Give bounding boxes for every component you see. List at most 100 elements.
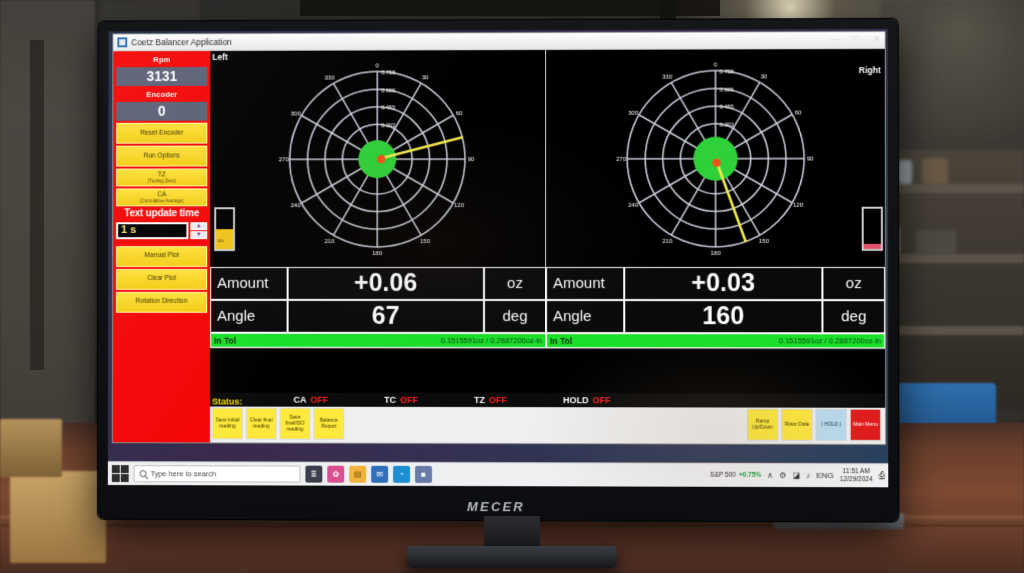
workshop-photo-scene: Coetz Balancer Application Rpm 3131 Enco… bbox=[0, 0, 1024, 573]
cardboard-box-small bbox=[0, 419, 62, 477]
right-amount-unit: oz bbox=[822, 266, 886, 301]
stock-ticker[interactable]: S&P 500 +0.75% bbox=[710, 472, 761, 479]
status-strip: CA OFF TC OFF TZ OFF HOLD OFF bbox=[210, 347, 886, 408]
left-level-gauge: 100 bbox=[214, 207, 236, 252]
encoder-value: 0 bbox=[116, 101, 208, 121]
cumulative-average-sublabel: (Cumulative Average) bbox=[139, 198, 184, 204]
svg-text:180: 180 bbox=[372, 251, 383, 257]
main-menu-label: Main Menu bbox=[852, 421, 878, 428]
windows-taskbar: Type here to search ⌸ ✿ ▤ ✉ ◔ ■ S&P 500 … bbox=[107, 461, 889, 488]
minimize-icon[interactable]: — bbox=[830, 34, 839, 44]
balance-report-label: Balance Report bbox=[319, 417, 338, 430]
monitor-stand-base bbox=[407, 546, 617, 568]
ceiling-beam-horizontal bbox=[300, 0, 720, 16]
svg-text:210: 210 bbox=[662, 238, 673, 244]
svg-text:240: 240 bbox=[628, 202, 639, 208]
left-unbalance-marker bbox=[377, 154, 387, 164]
stepper-up-icon[interactable]: ▲ bbox=[190, 221, 208, 230]
tooling-zero-button[interactable]: TZ (Tooling Zero) bbox=[116, 168, 208, 187]
text-update-time-stepper[interactable]: 1 s ▲ ▼ bbox=[116, 221, 208, 239]
svg-text:0.455: 0.455 bbox=[719, 104, 733, 110]
windows-start-icon[interactable] bbox=[111, 465, 129, 483]
file-explorer-icon[interactable]: ▤ bbox=[349, 465, 367, 483]
status-flag-tz: TZ OFF bbox=[474, 395, 507, 405]
status-flag-ca: CA OFF bbox=[294, 395, 329, 405]
bottom-action-bar: Status: Save initial reading Clear final… bbox=[210, 397, 886, 445]
manual-plot-label: Manual Plot bbox=[144, 252, 179, 260]
hold-button[interactable]: ( HOLD ) bbox=[815, 408, 847, 441]
left-readout-table: Amount +0.06 oz Angle 67 deg In Tol 0.15… bbox=[210, 266, 547, 349]
clear-final-reading-button[interactable]: Clear final reading bbox=[245, 407, 277, 440]
edge-browser-icon[interactable]: ◔ bbox=[393, 465, 411, 483]
status-flag-hold: HOLD OFF bbox=[563, 395, 611, 405]
search-input[interactable]: Type here to search bbox=[133, 465, 301, 483]
rotation-direction-label: Rotation Direction bbox=[135, 298, 188, 306]
right-tolerance-bar: In Tol 0.1515591oz / 0.2887200oz-in bbox=[546, 333, 886, 349]
shelf-item-can bbox=[898, 160, 912, 184]
right-tolerance-status: In Tol bbox=[550, 335, 573, 346]
manual-plot-button[interactable]: Manual Plot bbox=[116, 245, 208, 267]
run-options-button[interactable]: Run Options bbox=[116, 145, 208, 167]
rotor-data-button[interactable]: Rotor Data bbox=[781, 408, 813, 441]
stepper-down-icon[interactable]: ▼ bbox=[190, 230, 208, 239]
control-sidebar: Rpm 3131 Encoder 0 Reset Encoder Run Opt… bbox=[112, 51, 211, 443]
svg-text:210: 210 bbox=[324, 239, 335, 245]
balance-report-button[interactable]: Balance Report bbox=[313, 407, 345, 440]
wall-post-left bbox=[30, 40, 44, 370]
left-plane-polar-plot[interactable]: 0 30 60 90 120 150 180 210 240 270 300 3… bbox=[278, 59, 477, 259]
bottom-buttons-left: Save initial reading Clear final reading… bbox=[211, 407, 345, 440]
clear-plot-button[interactable]: Clear Plot bbox=[116, 268, 208, 290]
save-final-iso-reading-button[interactable]: Save final/ISO reading bbox=[279, 407, 311, 440]
cumulative-average-button[interactable]: CA (Cumulative Average) bbox=[116, 188, 208, 207]
notifications-icon[interactable]: ⎙ bbox=[879, 471, 885, 481]
bottom-buttons-right: Ramp Up/Down Rotor Data ( HOLD ) Main Me… bbox=[746, 408, 882, 441]
photos-app-icon[interactable]: ✿ bbox=[327, 465, 345, 483]
svg-text:30: 30 bbox=[760, 74, 767, 80]
right-plane-polar-plot[interactable]: 0 30 60 90 120 150 180 210 240 270 300 3… bbox=[615, 58, 816, 259]
clock[interactable]: 11:51 AM 12/29/2024 bbox=[840, 468, 873, 483]
reset-encoder-button[interactable]: Reset Encoder bbox=[116, 122, 208, 144]
svg-text:150: 150 bbox=[758, 238, 769, 244]
gear-icon[interactable]: ⚙ bbox=[779, 471, 786, 480]
right-plot-pane: Right 0 30 60 90 120 150 180 210 240 270… bbox=[546, 48, 885, 267]
status-hold-value: OFF bbox=[592, 395, 611, 406]
right-amount-value: +0.03 bbox=[624, 266, 823, 301]
mail-app-icon[interactable]: ✉ bbox=[371, 465, 389, 483]
rotation-direction-button[interactable]: Rotation Direction bbox=[116, 291, 208, 313]
stepper-arrows[interactable]: ▲ ▼ bbox=[190, 221, 208, 239]
svg-text:270: 270 bbox=[616, 156, 627, 162]
network-icon[interactable]: ◪ bbox=[792, 471, 800, 480]
status-ca-value: OFF bbox=[310, 394, 329, 405]
monitor-brand-label: MECER bbox=[466, 499, 525, 515]
right-level-gauge bbox=[861, 206, 883, 251]
svg-text:150: 150 bbox=[420, 239, 431, 245]
left-angle-value: 67 bbox=[287, 299, 485, 334]
window-controls: — □ ✕ bbox=[830, 34, 881, 44]
hold-label: ( HOLD ) bbox=[821, 421, 842, 428]
window-title: Coetz Balancer Application bbox=[131, 37, 232, 48]
task-view-icon[interactable]: ⌸ bbox=[305, 465, 323, 483]
main-menu-button[interactable]: Main Menu bbox=[849, 408, 882, 441]
svg-text:180: 180 bbox=[710, 250, 721, 256]
ramp-up-down-button[interactable]: Ramp Up/Down bbox=[746, 408, 779, 441]
volume-icon[interactable]: ♪ bbox=[806, 471, 810, 480]
reset-encoder-label: Reset Encoder bbox=[140, 129, 184, 137]
status-flag-row: CA OFF TC OFF TZ OFF HOLD OFF bbox=[210, 392, 886, 408]
table-row: Amount +0.03 oz bbox=[546, 266, 886, 301]
svg-text:60: 60 bbox=[456, 111, 463, 117]
close-icon[interactable]: ✕ bbox=[873, 34, 881, 44]
right-unbalance-marker bbox=[711, 157, 721, 167]
text-update-time-input[interactable]: 1 s bbox=[116, 221, 189, 239]
shelf-item-box bbox=[922, 158, 948, 184]
svg-text:0.606: 0.606 bbox=[381, 88, 395, 94]
svg-text:30: 30 bbox=[422, 75, 429, 81]
left-angle-label: Angle bbox=[210, 299, 288, 333]
monitor-screen: Coetz Balancer Application Rpm 3131 Enco… bbox=[107, 28, 889, 488]
tooling-zero-label: TZ bbox=[157, 171, 166, 179]
language-icon[interactable]: ENG bbox=[816, 471, 834, 480]
balancer-app-icon[interactable]: ■ bbox=[415, 465, 433, 483]
maximize-icon[interactable]: □ bbox=[853, 34, 858, 44]
clear-final-reading-label: Clear final reading bbox=[249, 417, 273, 430]
save-initial-reading-button[interactable]: Save initial reading bbox=[211, 407, 243, 440]
chevron-up-icon[interactable]: ∧ bbox=[767, 471, 773, 480]
